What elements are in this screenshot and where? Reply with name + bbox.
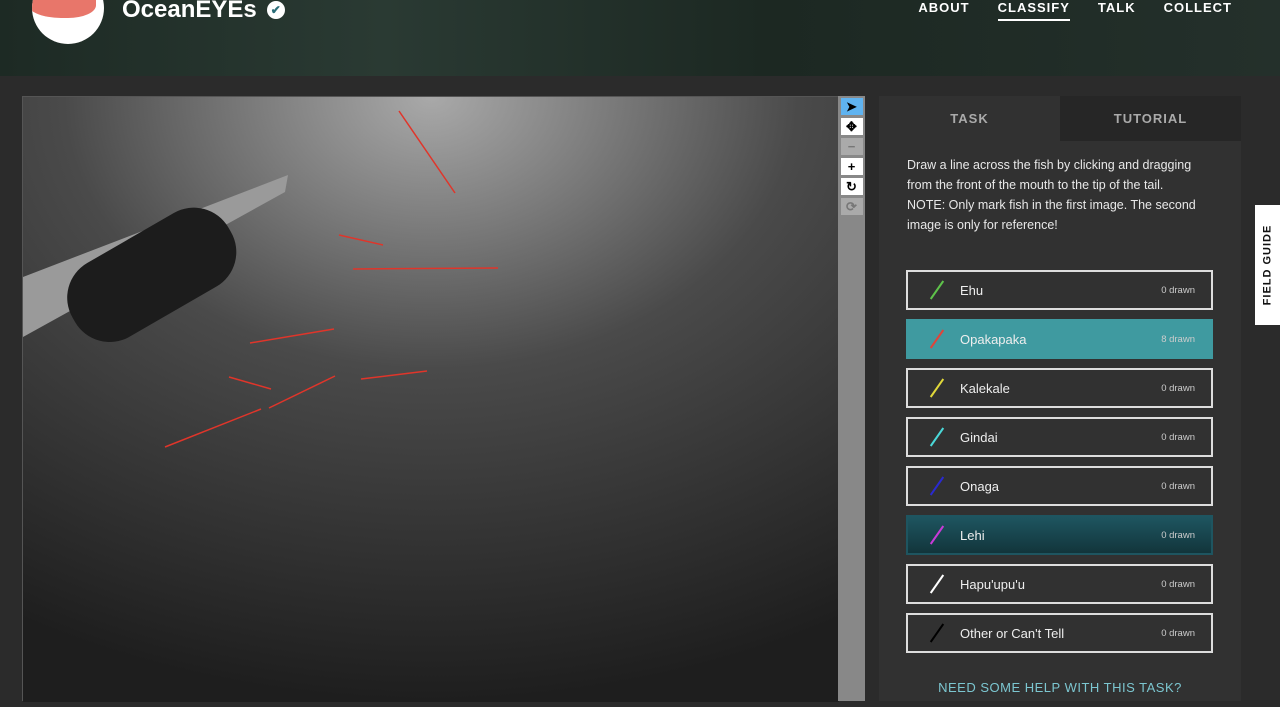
task-panel: TASK TUTORIAL Draw a line across the fis… [879,96,1241,701]
choice-label: Other or Can't Tell [960,625,1065,641]
tab-tutorial[interactable]: TUTORIAL [1060,96,1241,141]
line-tool-icon [929,329,945,349]
project-nav: ABOUT CLASSIFY TALK COLLECT [918,0,1232,21]
line-tool-icon [929,476,945,496]
task-note: NOTE: Only mark fish in the first image.… [907,198,1196,232]
subject-canvas[interactable] [23,97,839,702]
reset-icon[interactable]: ⟳ [840,198,863,215]
choice-label: Ehu [960,282,984,298]
choice-ehu[interactable]: Ehu 0 drawn [906,270,1213,310]
species-choices: Ehu 0 drawn Opakapaka 8 drawn Kalekale 0 draw… [906,270,1213,662]
image-toolbar: ➤ ✥ − + ↻ ⟳ [838,96,865,701]
help-link[interactable]: NEED SOME HELP WITH THIS TASK? [879,680,1241,695]
choice-label: Gindai [960,429,998,445]
line-tool-icon [929,427,945,447]
project-title[interactable]: OceanEYEs ✔ [122,0,285,24]
nav-collect[interactable]: COLLECT [1164,0,1232,21]
drawn-count: 0 drawn [1161,627,1195,639]
choice-other-or-can-t-tell[interactable]: Other or Can't Tell 0 drawn [906,613,1213,653]
line-tool-icon [929,378,945,398]
drawn-count: 0 drawn [1161,431,1195,443]
choice-opakapaka[interactable]: Opakapaka 8 drawn [906,319,1213,359]
tab-task[interactable]: TASK [879,96,1060,141]
line-tool-icon [929,525,945,545]
drawn-count: 0 drawn [1161,578,1195,590]
line-tool-icon [929,623,945,643]
move-tool-icon[interactable]: ✥ [840,118,863,135]
drawn-count: 0 drawn [1161,529,1195,541]
choice-hapu-upu-u[interactable]: Hapu'upu'u 0 drawn [906,564,1213,604]
project-name: OceanEYEs [122,0,257,23]
choice-label: Hapu'upu'u [960,576,1025,592]
line-tool-icon [929,574,945,594]
project-avatar[interactable] [32,0,104,44]
subject-image[interactable] [22,96,839,702]
nav-about[interactable]: ABOUT [918,0,969,21]
choice-label: Lehi [960,527,985,543]
drawn-count: 8 drawn [1161,333,1195,345]
verified-icon: ✔ [266,1,285,19]
field-guide-tab[interactable]: FIELD GUIDE [1255,205,1280,325]
choice-label: Onaga [960,478,1000,494]
zoom-in-icon[interactable]: + [840,158,863,175]
header: OceanEYEs ✔ ABOUT CLASSIFY TALK COLLECT [0,0,1280,76]
field-guide-label: FIELD GUIDE [1261,224,1274,306]
drawn-count: 0 drawn [1161,480,1195,492]
choice-label: Opakapaka [960,331,1027,347]
task-instructions: Draw a line across the fish by clicking … [907,158,1192,192]
choice-onaga[interactable]: Onaga 0 drawn [906,466,1213,506]
drawn-count: 0 drawn [1161,284,1195,296]
rotate-icon[interactable]: ↻ [840,178,863,195]
choice-gindai[interactable]: Gindai 0 drawn [906,417,1213,457]
pointer-tool-icon[interactable]: ➤ [840,98,863,115]
drawn-count: 0 drawn [1161,382,1195,394]
nav-classify[interactable]: CLASSIFY [997,0,1070,21]
choice-label: Kalekale [960,380,1010,396]
nav-talk[interactable]: TALK [1098,0,1136,21]
line-tool-icon [929,280,945,300]
zoom-out-icon[interactable]: − [840,138,863,155]
choice-kalekale[interactable]: Kalekale 0 drawn [906,368,1213,408]
choice-lehi[interactable]: Lehi 0 drawn [906,515,1213,555]
